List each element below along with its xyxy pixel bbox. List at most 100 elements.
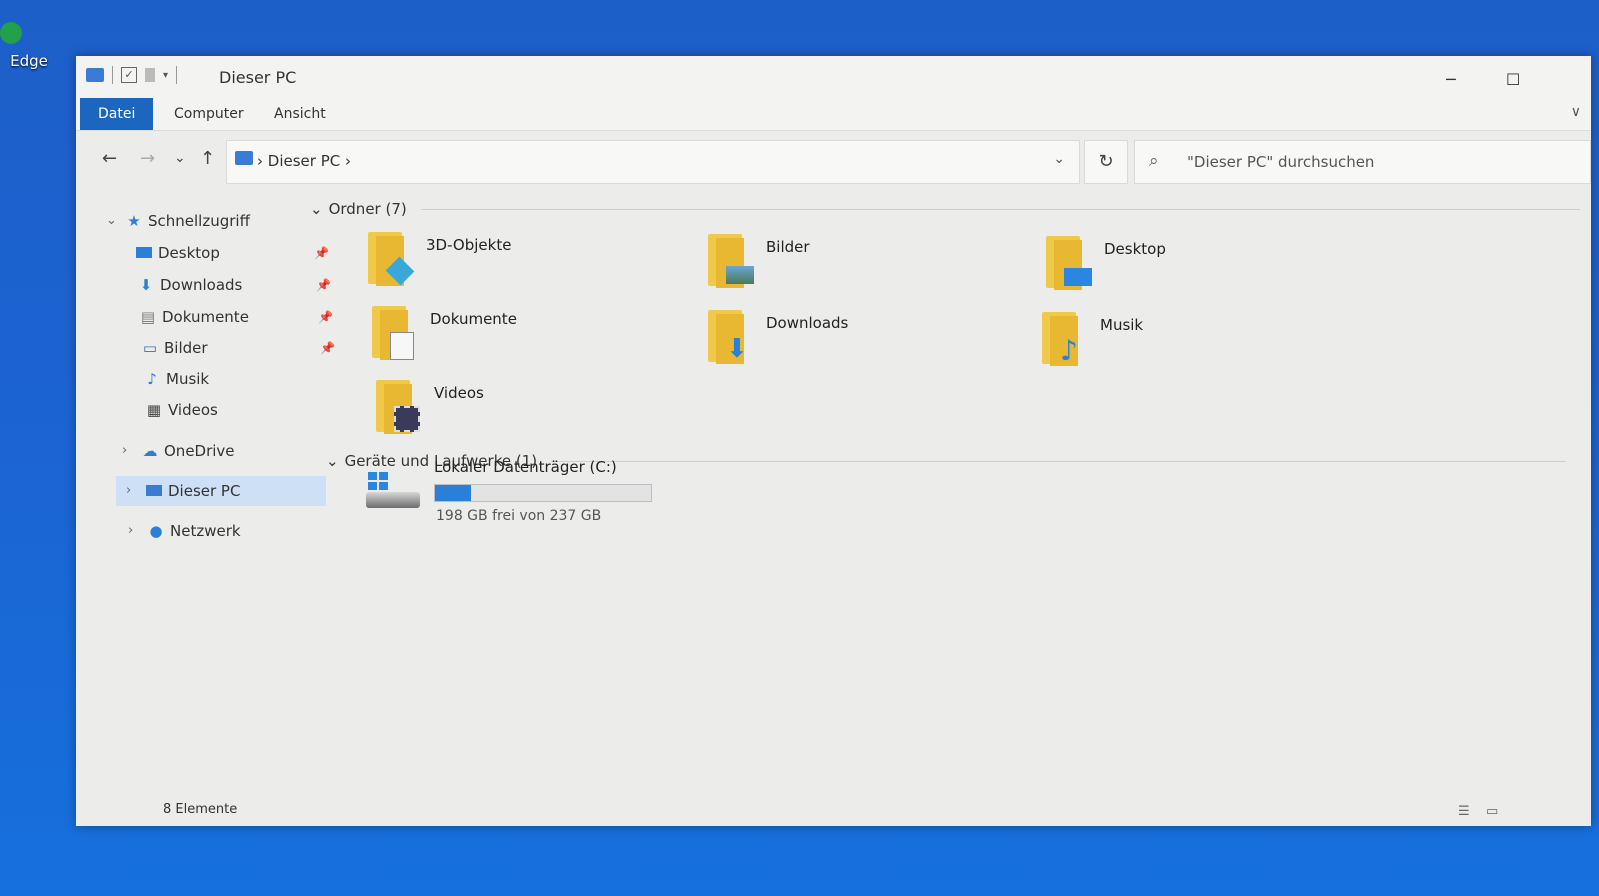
sidebar-item-label: Desktop: [158, 244, 220, 262]
tab-datei[interactable]: Datei: [80, 98, 154, 130]
drive-usage-bar: [434, 484, 652, 502]
desktop-edge-shortcut[interactable]: Edge: [0, 22, 58, 70]
refresh-button[interactable]: ↻: [1084, 140, 1128, 184]
edge-icon: [0, 22, 22, 44]
chevron-right-icon[interactable]: ›: [122, 436, 140, 466]
file-explorer-window: ✓ ▾ Dieser PC ─ ☐ Datei Computer Ansicht…: [76, 56, 1591, 826]
search-box[interactable]: ⌕ "Dieser PC" durchsuchen: [1134, 140, 1591, 184]
ribbon-tabs: Datei Computer Ansicht ∨: [76, 98, 1591, 131]
maximize-button[interactable]: ☐: [1506, 70, 1520, 89]
sidebar-item-downloads[interactable]: ⬇ Downloads 📌: [136, 270, 331, 300]
toolbar-divider: [176, 66, 178, 84]
folder-label: Bilder: [766, 238, 810, 256]
picture-icon: ▭: [142, 339, 158, 357]
desktop-icon: [1064, 268, 1092, 286]
folder-downloads[interactable]: ⬇ Downloads: [706, 310, 1026, 374]
address-dropdown-icon[interactable]: ⌄: [1053, 151, 1065, 167]
properties-checkbox-icon[interactable]: ✓: [121, 67, 137, 83]
sidebar-item-label: Dieser PC: [168, 482, 241, 500]
drive-usage-fill: [435, 485, 471, 501]
download-arrow-icon: ⬇: [139, 276, 153, 294]
folder-dokumente[interactable]: Dokumente: [370, 306, 690, 370]
folder-label: Videos: [434, 384, 484, 402]
folder-label: Desktop: [1104, 240, 1166, 258]
cloud-icon: ☁: [142, 442, 158, 460]
toolbar-divider: [112, 66, 113, 84]
sidebar-item-label: Dokumente: [162, 308, 249, 326]
new-folder-icon[interactable]: [145, 68, 155, 82]
network-icon: ●: [149, 522, 163, 540]
folder-label: Downloads: [766, 314, 849, 332]
folder-desktop[interactable]: Desktop: [1044, 236, 1364, 300]
sidebar-item-label: Netzwerk: [170, 522, 241, 540]
folder-icon: [706, 234, 754, 288]
hard-drive-icon: [366, 472, 422, 512]
chevron-right-icon[interactable]: ›: [126, 476, 144, 506]
folder-bilder[interactable]: Bilder: [706, 234, 1026, 298]
sidebar-item-label: Musik: [166, 370, 210, 388]
picture-icon: [726, 266, 754, 284]
item-count: 8 Elemente: [163, 802, 238, 817]
sidebar-item-network[interactable]: › ● Netzwerk: [128, 516, 241, 546]
back-button[interactable]: ←: [102, 148, 117, 169]
status-bar: 8 Elemente ☰ ▭: [76, 798, 1591, 826]
title-bar: ✓ ▾ Dieser PC ─ ☐: [76, 56, 1591, 98]
download-arrow-icon: ⬇: [726, 334, 748, 364]
ribbon-expand-icon[interactable]: ∨: [1571, 104, 1581, 120]
recent-locations-button[interactable]: ⌄: [174, 150, 186, 166]
quick-access-toolbar: ✓ ▾: [86, 66, 178, 84]
document-icon: ▤: [140, 308, 156, 326]
star-icon: ★: [127, 212, 141, 230]
sidebar-item-quick-access[interactable]: ⌄ ★ Schnellzugriff: [106, 206, 250, 236]
music-note-icon: ♪: [147, 370, 157, 388]
computer-icon: [86, 68, 104, 82]
sidebar-item-musik[interactable]: ♪ Musik: [142, 364, 209, 394]
folder-3d-objekte[interactable]: 3D-Objekte: [366, 232, 686, 296]
chevron-down-icon[interactable]: ⌄: [310, 200, 323, 218]
film-icon: ▦: [146, 401, 162, 419]
content-pane: ⌄ Ordner (7) 3D-Objekte Bilder Desktop D…: [310, 196, 1591, 798]
details-view-icon[interactable]: ☰: [1458, 804, 1470, 819]
chevron-right-icon[interactable]: ›: [128, 516, 146, 546]
folder-musik[interactable]: ♪ Musik: [1040, 312, 1360, 376]
folder-videos[interactable]: Videos: [374, 380, 694, 444]
tab-computer[interactable]: Computer: [156, 98, 262, 130]
folder-label: Musik: [1100, 316, 1144, 334]
sidebar-item-dokumente[interactable]: ▤ Dokumente 📌: [138, 302, 333, 332]
forward-button[interactable]: →: [140, 148, 155, 169]
folder-icon: [1044, 236, 1092, 290]
sidebar-item-bilder[interactable]: ▭ Bilder 📌: [140, 333, 335, 363]
folder-icon: [374, 380, 422, 434]
customize-toolbar-icon[interactable]: ▾: [163, 70, 168, 81]
group-divider: [420, 208, 1580, 210]
this-pc-icon: [144, 476, 164, 506]
folder-label: 3D-Objekte: [426, 236, 512, 254]
up-button[interactable]: ↑: [200, 148, 215, 169]
search-icon: ⌕: [1149, 151, 1159, 171]
tab-ansicht[interactable]: Ansicht: [256, 98, 344, 130]
chevron-down-icon[interactable]: ⌄: [326, 452, 339, 470]
sidebar-item-label: Bilder: [164, 339, 208, 357]
chevron-down-icon[interactable]: ⌄: [106, 206, 124, 236]
sidebar-item-desktop[interactable]: Desktop 📌: [134, 238, 329, 268]
sidebar-item-label: Schnellzugriff: [148, 212, 250, 230]
address-bar[interactable]: › Dieser PC › ⌄: [226, 140, 1080, 184]
document-icon: [390, 332, 414, 360]
this-pc-icon: [235, 151, 253, 165]
sidebar-item-videos[interactable]: ▦ Videos: [144, 395, 218, 425]
breadcrumb[interactable]: › Dieser PC ›: [257, 152, 351, 170]
minimize-button[interactable]: ─: [1446, 70, 1456, 89]
sidebar-item-this-pc[interactable]: › Dieser PC: [116, 476, 326, 506]
drive-c[interactable]: Lokaler Datenträger (C:) 198 GB frei von…: [366, 458, 786, 538]
sidebar-item-label: Videos: [168, 401, 218, 419]
folders-group-header[interactable]: ⌄ Ordner (7): [310, 200, 1580, 218]
desktop-icon: [134, 238, 154, 268]
navigation-pane: ⌄ ★ Schnellzugriff Desktop 📌 ⬇ Downloads…: [106, 196, 335, 826]
sidebar-item-onedrive[interactable]: › ☁ OneDrive: [122, 436, 235, 466]
large-icons-view-icon[interactable]: ▭: [1486, 804, 1498, 819]
window-title: Dieser PC: [219, 68, 297, 87]
navigation-bar: ← → ⌄ ↑ › Dieser PC › ⌄ ↻ ⌕ "Dieser PC" …: [76, 136, 1591, 184]
film-icon: [394, 406, 420, 432]
search-input[interactable]: "Dieser PC" durchsuchen: [1187, 153, 1374, 171]
folder-label: Dokumente: [430, 310, 517, 328]
